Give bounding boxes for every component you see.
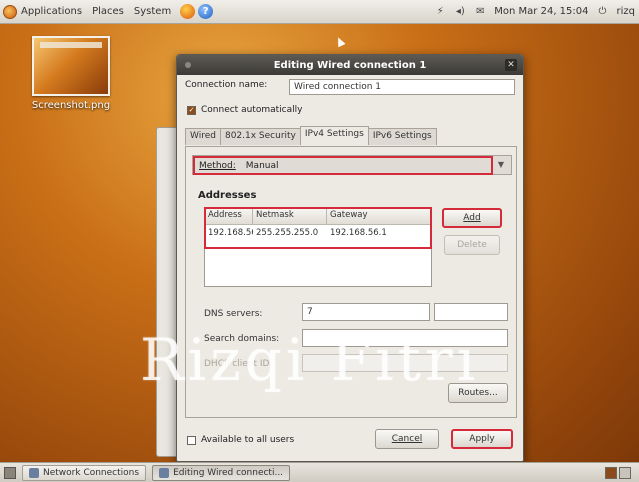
task-editing-connection[interactable]: Editing Wired connecti...	[152, 464, 291, 481]
window-menu-icon[interactable]	[185, 62, 191, 68]
search-domains-input[interactable]	[302, 329, 508, 347]
cancel-button-label: Cancel	[391, 434, 423, 444]
routes-button-label: Routes...	[458, 388, 498, 398]
method-label: Method:	[199, 160, 236, 171]
applications-menu[interactable]: Applications	[0, 0, 85, 23]
edit-connection-dialog: Editing Wired connection 1 ✕ Connection …	[176, 54, 524, 462]
power-icon[interactable]: ⏻	[597, 6, 609, 18]
mouse-pointer-icon	[334, 35, 346, 48]
workspace-1[interactable]	[605, 466, 617, 479]
bottom-panel: Network Connections Editing Wired connec…	[0, 462, 639, 482]
workspace-switcher	[605, 466, 639, 479]
clock[interactable]: Mon Mar 24, 15:04	[494, 6, 588, 17]
desktop-file-screenshot[interactable]: Screenshot.png	[16, 36, 126, 111]
addresses-table[interactable]: Address Netmask Gateway 192.168.56.2 255…	[204, 207, 432, 287]
mail-icon[interactable]: ✉	[474, 6, 486, 18]
delete-button[interactable]: Delete	[444, 235, 500, 255]
tab-8021x-security[interactable]: 802.1x Security	[219, 128, 301, 145]
dhcp-client-id-input[interactable]	[302, 354, 508, 372]
cell-netmask[interactable]: 255.255.255.0	[253, 225, 327, 242]
cancel-button[interactable]: Cancel	[375, 429, 439, 449]
system-menu[interactable]: System	[131, 0, 174, 23]
network-app-icon	[29, 467, 39, 478]
settings-tabs: Wired 802.1x Security IPv4 Settings IPv6…	[185, 126, 437, 145]
apply-button[interactable]: Apply	[451, 429, 513, 449]
connect-automatically-checkbox[interactable]: ✓ Connect automatically	[187, 105, 302, 115]
task-network-connections[interactable]: Network Connections	[22, 464, 147, 481]
addresses-heading: Addresses	[198, 190, 257, 201]
dns-servers-input[interactable]: 7	[302, 303, 430, 321]
tab-wired[interactable]: Wired	[185, 128, 221, 145]
dns-servers-input-extra[interactable]	[434, 303, 508, 321]
network-app-icon	[159, 467, 170, 478]
dns-servers-label: DNS servers:	[204, 309, 263, 319]
column-gateway[interactable]: Gateway	[327, 208, 431, 225]
connection-name-label: Connection name:	[185, 80, 268, 90]
column-netmask[interactable]: Netmask	[253, 208, 327, 225]
connection-name-field[interactable]: Wired connection 1	[289, 79, 515, 95]
places-menu[interactable]: Places	[89, 0, 127, 23]
close-icon[interactable]: ✕	[505, 59, 517, 71]
network-icon[interactable]: ⚡	[434, 6, 446, 18]
chevron-down-icon: ▼	[497, 160, 505, 169]
available-to-all-users-label: Available to all users	[201, 435, 295, 445]
applications-menu-label: Applications	[21, 6, 83, 17]
table-row[interactable]: 192.168.56.2 255.255.255.0 192.168.56.1	[205, 225, 431, 242]
checkbox-checked-icon: ✓	[187, 105, 196, 115]
dialog-title: Editing Wired connection 1	[273, 59, 427, 71]
places-menu-label: Places	[92, 6, 124, 17]
tab-ipv6-settings[interactable]: IPv6 Settings	[367, 128, 437, 145]
dialog-titlebar[interactable]: Editing Wired connection 1 ✕	[177, 55, 523, 75]
connection-name-value: Wired connection 1	[294, 82, 381, 92]
ipv4-settings-panel: ▼ Method: Manual Addresses Address Netma…	[185, 146, 517, 418]
apply-button-label: Apply	[469, 434, 495, 444]
table-header: Address Netmask Gateway	[205, 208, 431, 225]
column-address[interactable]: Address	[205, 208, 253, 225]
cell-gateway[interactable]: 192.168.56.1	[327, 225, 431, 242]
dhcp-client-id-label: DHCP client ID:	[204, 359, 273, 369]
delete-button-label: Delete	[457, 240, 487, 250]
search-domains-label: Search domains:	[204, 334, 280, 344]
image-thumbnail-icon	[32, 36, 110, 96]
top-panel: Applications Places System ? ⚡ ◂) ✉ Mon …	[0, 0, 639, 24]
desktop-file-label: Screenshot.png	[31, 100, 111, 111]
checkbox-unchecked-icon	[187, 435, 196, 445]
help-launcher-icon[interactable]: ?	[198, 4, 214, 19]
cell-address[interactable]: 192.168.56.2	[205, 225, 253, 242]
tab-ipv4-settings[interactable]: IPv4 Settings	[299, 126, 369, 145]
show-desktop-icon[interactable]	[4, 466, 16, 479]
connect-automatically-label: Connect automatically	[201, 105, 303, 115]
firefox-launcher-icon[interactable]	[180, 4, 196, 19]
method-value: Manual	[245, 160, 279, 171]
method-highlight: Method: Manual	[193, 156, 493, 175]
task-network-connections-label: Network Connections	[43, 467, 140, 478]
add-button-label: Add	[463, 213, 481, 223]
user-name[interactable]: rizq	[617, 6, 636, 17]
available-to-all-users-checkbox[interactable]: Available to all users	[187, 435, 294, 445]
task-editing-connection-label: Editing Wired connecti...	[173, 467, 284, 478]
routes-button[interactable]: Routes...	[448, 383, 508, 403]
ubuntu-logo-icon	[3, 4, 17, 19]
workspace-2[interactable]	[619, 466, 631, 479]
system-menu-label: System	[133, 6, 172, 17]
add-button[interactable]: Add	[442, 208, 502, 228]
volume-icon[interactable]: ◂)	[454, 6, 466, 18]
